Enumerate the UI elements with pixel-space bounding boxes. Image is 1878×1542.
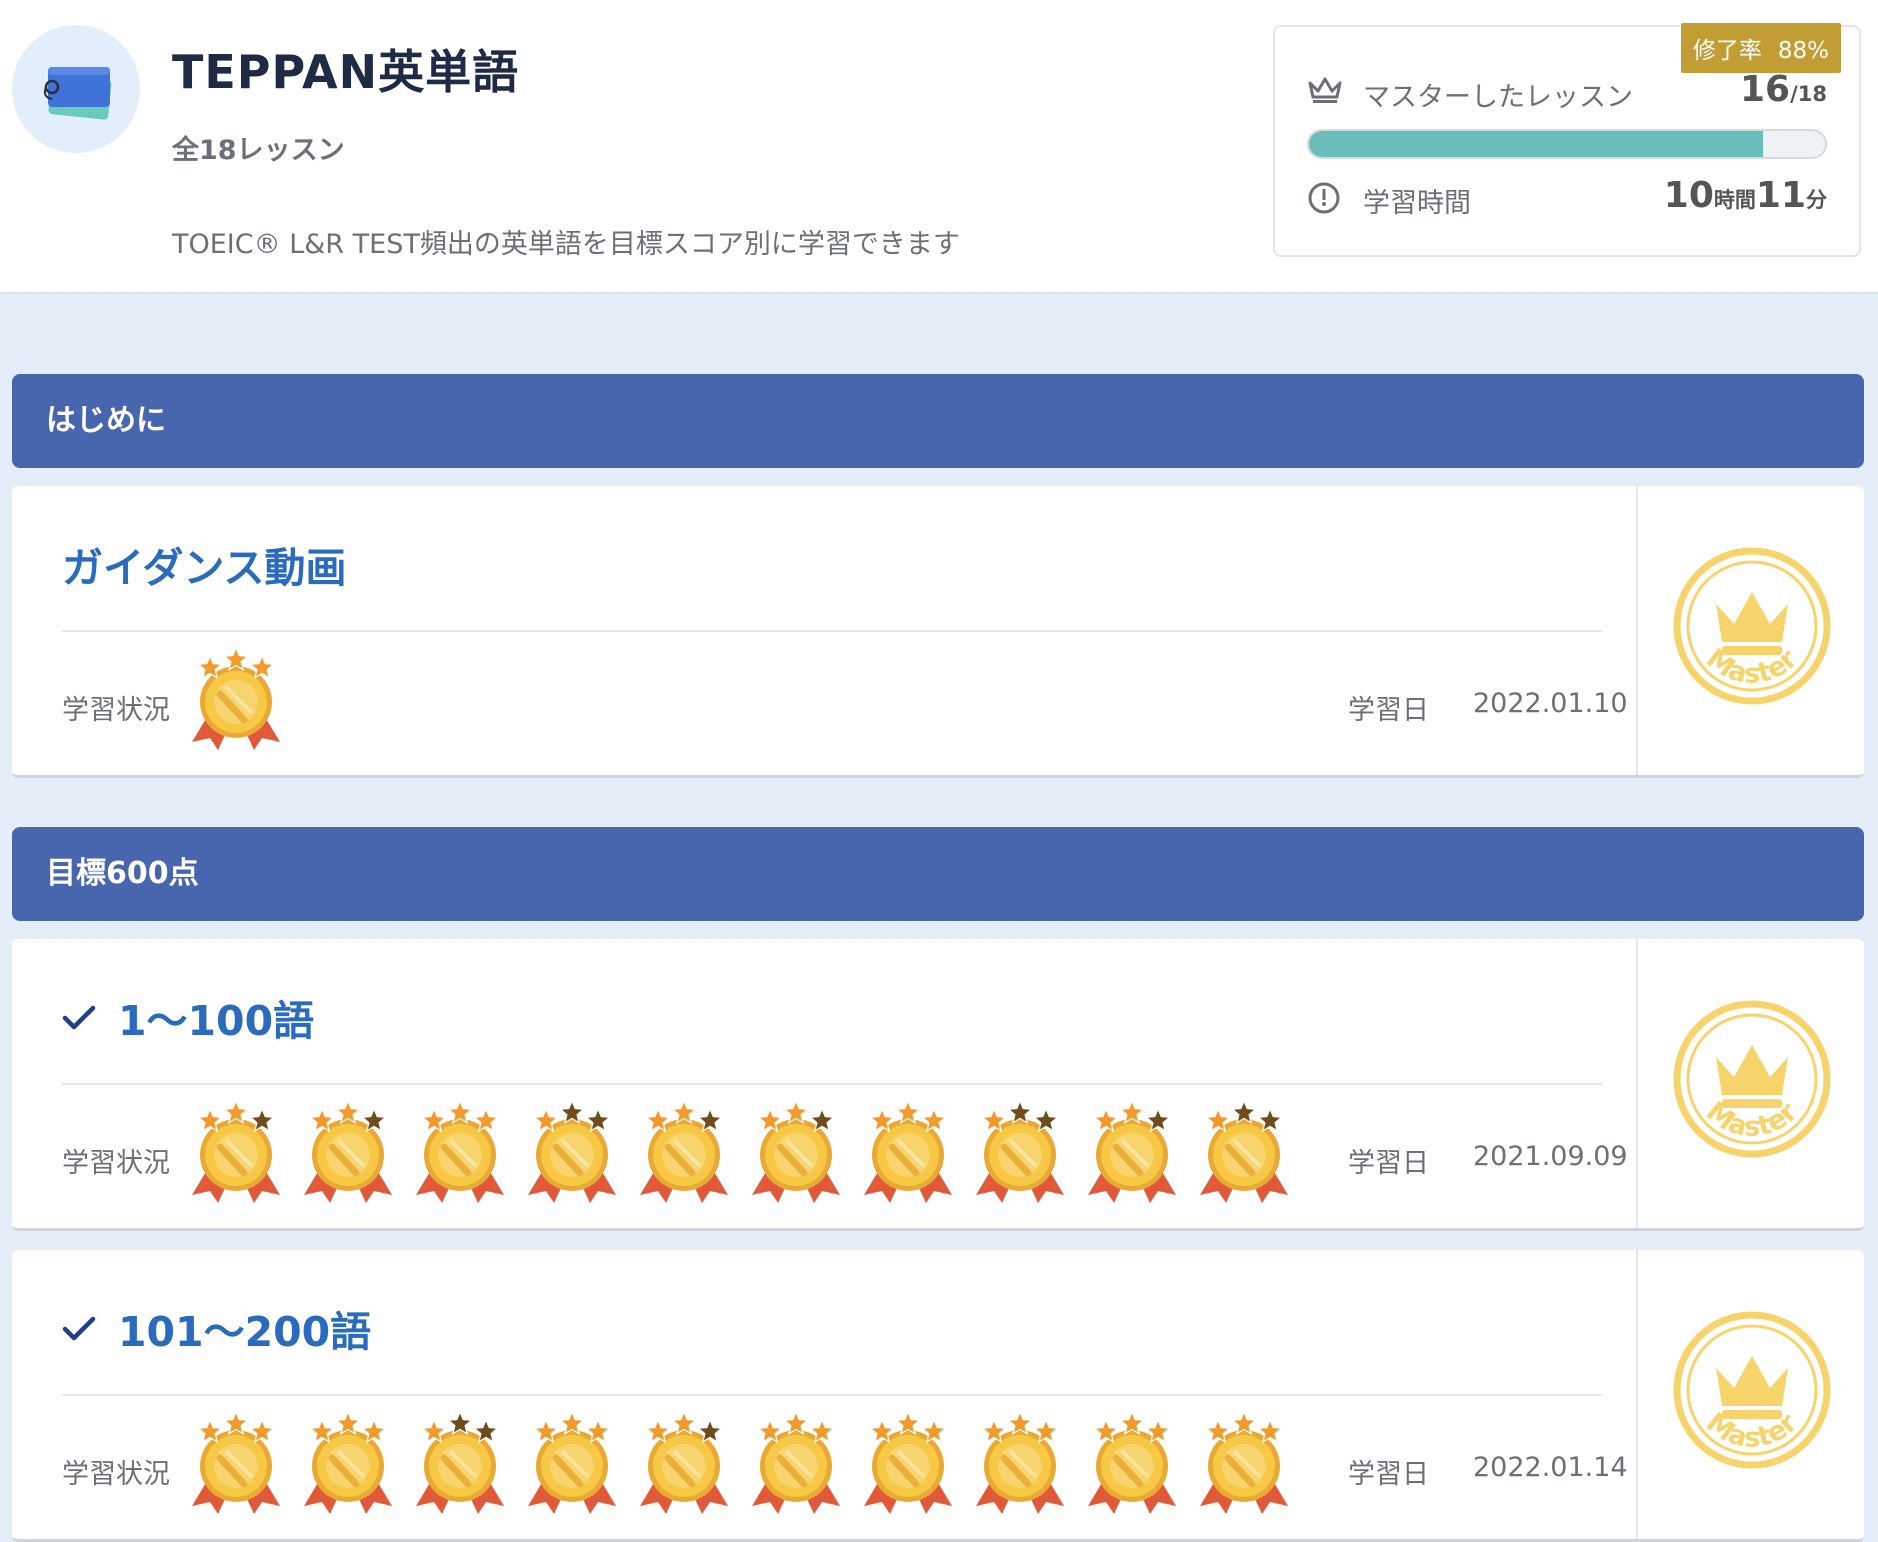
study-date: 2022.01.10 [1473, 688, 1628, 719]
medal-icon [1188, 1099, 1300, 1211]
medal-icon [740, 1410, 852, 1522]
lesson-count: 全18レッスン [172, 135, 345, 166]
check-icon [62, 1304, 96, 1352]
mastered-total: /18 [1790, 82, 1827, 106]
medal-icon [964, 1099, 1076, 1211]
medal-icon [852, 1099, 964, 1211]
study-date: 2021.09.09 [1473, 1141, 1628, 1172]
divider [62, 630, 1602, 632]
medal-row [180, 1099, 1300, 1211]
study-date-label: 学習日 [1348, 1148, 1429, 1179]
master-area: Master [1636, 1250, 1864, 1539]
time-minutes: 11 [1755, 175, 1806, 216]
medal-icon [628, 1410, 740, 1522]
time-hours-unit: 時間 [1713, 188, 1756, 212]
medal-icon [180, 1099, 292, 1211]
course-header: TEPPAN英単語 全18レッスン TOEIC® L&R TEST頻出の英単語を… [0, 0, 1878, 294]
study-time-row: 学習時間 10時間11分 [1307, 175, 1827, 223]
progress-card: 修了率 88% マスターしたレッスン 16/18 学習時間 10時間11分 [1273, 23, 1861, 257]
mastered-label: マスターしたレッスン [1363, 82, 1633, 113]
completion-value: 88% [1777, 38, 1829, 64]
status-label: 学習状況 [62, 1148, 170, 1179]
crown-icon [1307, 75, 1343, 109]
study-date-label: 学習日 [1348, 695, 1429, 726]
medal-icon [516, 1099, 628, 1211]
clock-icon [1307, 181, 1341, 219]
medal-icon [628, 1099, 740, 1211]
lesson-title-text[interactable]: 1〜100語 [118, 987, 314, 1047]
mastered-count: 16/18 [1740, 69, 1827, 110]
medal-icon [964, 1410, 1076, 1522]
lesson-card[interactable]: 101〜200語 学習状況 学習日 2022.01.14 Master [12, 1250, 1864, 1542]
study-date: 2022.01.14 [1473, 1452, 1628, 1483]
mastered-progress-bar [1307, 129, 1827, 159]
mastered-row: マスターしたレッスン 16/18 [1307, 69, 1827, 117]
divider [62, 1394, 1602, 1396]
course-title: TEPPAN英単語 [172, 45, 520, 99]
section-header: はじめに [12, 374, 1864, 468]
medal-icon [180, 1410, 292, 1522]
lesson-title[interactable]: 101〜200語 [62, 1298, 371, 1358]
course-description: TOEIC® L&R TEST頻出の英単語を目標スコア別に学習できます [172, 229, 960, 260]
medal-icon [292, 1099, 404, 1211]
status-label: 学習状況 [62, 695, 170, 726]
mastered-count-value: 16 [1739, 69, 1791, 110]
medal-row [180, 1410, 1300, 1522]
lesson-card[interactable]: ガイダンス動画 学習状況 学習日 2022.01.10 Master [12, 486, 1864, 778]
divider [62, 1083, 1602, 1085]
medal-row [180, 646, 292, 758]
status-label: 学習状況 [62, 1459, 170, 1490]
completion-label: 修了率 [1692, 38, 1762, 64]
medal-icon [516, 1410, 628, 1522]
lesson-title-text[interactable]: 101〜200語 [118, 1298, 371, 1358]
medal-icon [852, 1410, 964, 1522]
study-time-value: 10時間11分 [1664, 175, 1827, 216]
medal-icon [404, 1099, 516, 1211]
medal-icon [404, 1410, 516, 1522]
master-area: Master [1636, 939, 1864, 1228]
time-minutes-unit: 分 [1806, 188, 1827, 212]
flashcards-icon [12, 25, 140, 153]
time-hours: 10 [1663, 175, 1714, 216]
medal-icon [180, 646, 292, 758]
medal-icon [1188, 1410, 1300, 1522]
master-area: Master [1636, 486, 1864, 775]
medal-icon [292, 1410, 404, 1522]
completion-badge: 修了率 88% [1680, 23, 1841, 73]
medal-icon [1076, 1099, 1188, 1211]
lesson-title[interactable]: ガイダンス動画 [62, 534, 347, 594]
study-date-label: 学習日 [1348, 1459, 1429, 1490]
medal-icon [740, 1099, 852, 1211]
lesson-card[interactable]: 1〜100語 学習状況 学習日 2021.09.09 Master [12, 939, 1864, 1231]
mastered-progress-fill [1309, 131, 1764, 157]
medal-icon [1076, 1410, 1188, 1522]
lesson-title-text[interactable]: ガイダンス動画 [62, 534, 347, 594]
check-icon [62, 993, 96, 1041]
section-header: 目標600点 [12, 827, 1864, 921]
lesson-title[interactable]: 1〜100語 [62, 987, 314, 1047]
study-time-label: 学習時間 [1363, 188, 1471, 219]
